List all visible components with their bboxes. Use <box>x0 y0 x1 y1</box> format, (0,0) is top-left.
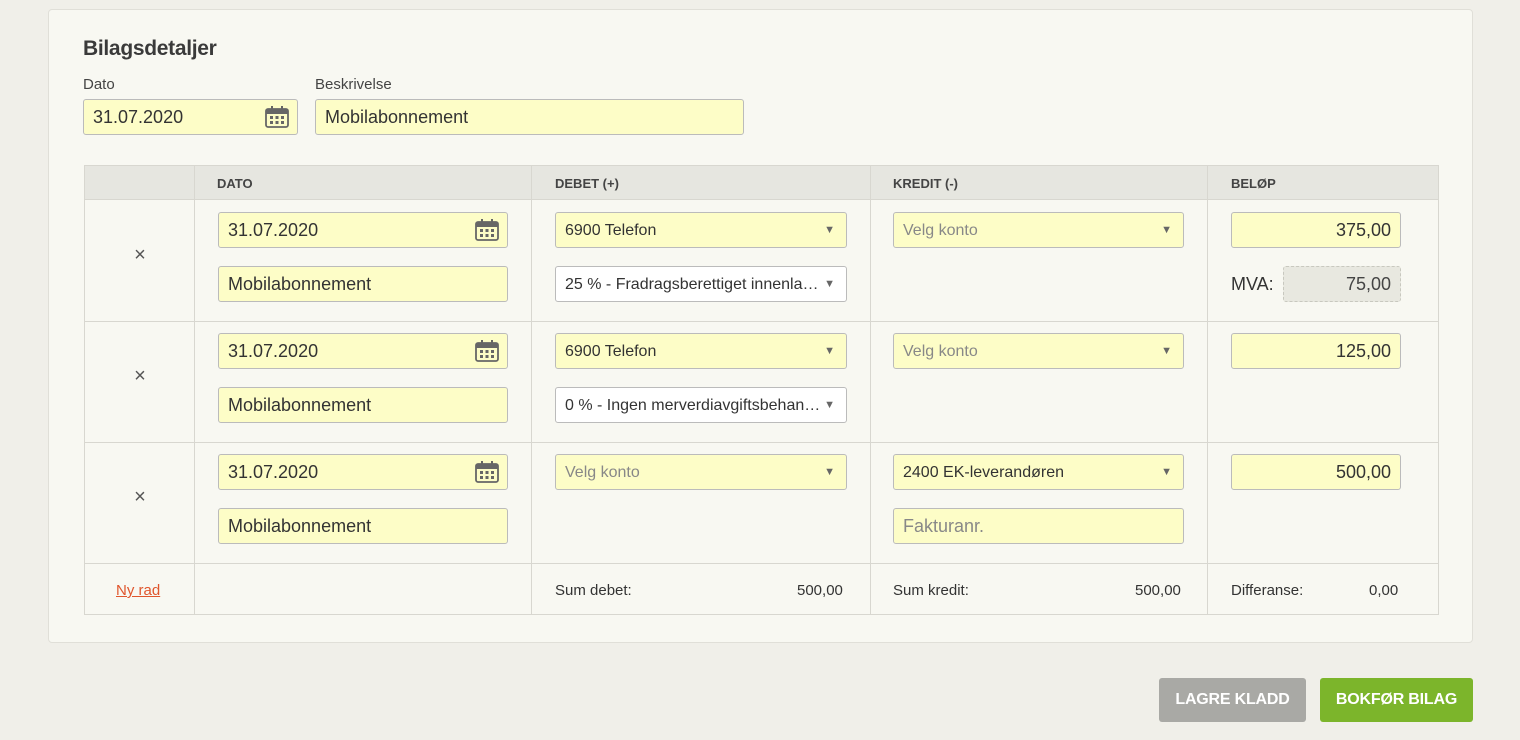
amount-field[interactable]: 500,00 <box>1231 454 1401 490</box>
difference-label: Differanse: <box>1231 582 1304 599</box>
debit-account-value: 6900 Telefon <box>565 222 657 239</box>
entries-table: DATO DEBET (+) KREDIT (-) BELØP × 31.07.… <box>84 165 1439 615</box>
divider <box>531 166 532 614</box>
chevron-down-icon: ▼ <box>824 278 835 290</box>
vat-code-value: 0 % - Ingen merverdiavgiftsbehandli… <box>565 397 827 414</box>
amount-field[interactable]: 375,00 <box>1231 212 1401 248</box>
date-value: 31.07.2020 <box>93 107 184 127</box>
mva-label: MVA: <box>1231 274 1274 294</box>
description-label: Beskrivelse <box>315 76 392 93</box>
row-date-field[interactable]: 31.07.2020 <box>218 212 508 248</box>
date-label: Dato <box>83 76 115 93</box>
row-date-value: 31.07.2020 <box>228 220 319 240</box>
chevron-down-icon: ▼ <box>824 466 835 478</box>
chevron-down-icon: ▼ <box>1161 345 1172 357</box>
col-amount-header: BELØP <box>1231 176 1276 191</box>
sum-debit-value: 500,00 <box>797 582 843 599</box>
debit-account-select[interactable]: 6900 Telefon ▼ <box>555 212 847 248</box>
amount-value: 500,00 <box>1335 462 1391 482</box>
debit-account-select[interactable]: 6900 Telefon ▼ <box>555 333 847 369</box>
credit-account-select[interactable]: 2400 EK-leverandøren ▼ <box>893 454 1184 490</box>
calendar-icon[interactable] <box>474 339 500 363</box>
row-description-value: Mobilabonnement <box>228 516 372 536</box>
invoice-number-placeholder: Fakturanr. <box>903 516 985 536</box>
row-description-field[interactable]: Mobilabonnement <box>218 387 508 423</box>
invoice-number-field[interactable]: Fakturanr. <box>893 508 1184 544</box>
row-date-value: 31.07.2020 <box>228 341 319 361</box>
row-date-value: 31.07.2020 <box>228 462 319 482</box>
mva-value: 75,00 <box>1283 266 1401 302</box>
remove-row-button[interactable]: × <box>130 486 150 509</box>
new-row-link[interactable]: Ny rad <box>116 582 160 599</box>
divider <box>85 563 1438 564</box>
chevron-down-icon: ▼ <box>824 399 835 411</box>
chevron-down-icon: ▼ <box>824 345 835 357</box>
amount-field[interactable]: 125,00 <box>1231 333 1401 369</box>
debit-account-value: 6900 Telefon <box>565 343 657 360</box>
description-value: Mobilabonnement <box>325 107 469 127</box>
vat-code-select[interactable]: 25 % - Fradragsberettiget innenlands… ▼ <box>555 266 847 302</box>
credit-account-value: 2400 EK-leverandøren <box>903 464 1064 481</box>
sum-credit-label: Sum kredit: <box>893 582 969 599</box>
divider <box>85 442 1438 443</box>
row-description-value: Mobilabonnement <box>228 395 372 415</box>
table-header: DATO DEBET (+) KREDIT (-) BELØP <box>85 166 1438 200</box>
row-date-field[interactable]: 31.07.2020 <box>218 333 508 369</box>
sum-debit-label: Sum debet: <box>555 582 632 599</box>
difference-value: 0,00 <box>1369 582 1399 599</box>
divider <box>85 321 1438 322</box>
vat-code-select[interactable]: 0 % - Ingen merverdiavgiftsbehandli… ▼ <box>555 387 847 423</box>
save-draft-button[interactable]: LAGRE KLADD <box>1159 678 1306 722</box>
row-description-value: Mobilabonnement <box>228 274 372 294</box>
remove-row-button[interactable]: × <box>130 244 150 267</box>
credit-account-select[interactable]: Velg konto ▼ <box>893 333 1184 369</box>
remove-row-button[interactable]: × <box>130 365 150 388</box>
row-date-field[interactable]: 31.07.2020 <box>218 454 508 490</box>
page-title: Bilagsdetaljer <box>83 37 217 60</box>
row-description-field[interactable]: Mobilabonnement <box>218 266 508 302</box>
divider <box>870 166 871 614</box>
amount-value: 375,00 <box>1335 220 1391 240</box>
chevron-down-icon: ▼ <box>824 224 835 236</box>
credit-account-value: Velg konto <box>903 222 978 239</box>
debit-account-select[interactable]: Velg konto ▼ <box>555 454 847 490</box>
calendar-icon[interactable] <box>264 105 290 129</box>
date-field[interactable]: 31.07.2020 <box>83 99 298 135</box>
chevron-down-icon: ▼ <box>1161 224 1172 236</box>
vat-code-value: 25 % - Fradragsberettiget innenlands… <box>565 276 827 293</box>
calendar-icon[interactable] <box>474 218 500 242</box>
description-field[interactable]: Mobilabonnement <box>315 99 744 135</box>
col-credit-header: KREDIT (-) <box>893 176 958 191</box>
col-date-header: DATO <box>217 176 253 191</box>
divider <box>1207 166 1208 614</box>
debit-account-value: Velg konto <box>565 464 640 481</box>
col-debit-header: DEBET (+) <box>555 176 619 191</box>
divider <box>194 166 195 614</box>
chevron-down-icon: ▼ <box>1161 466 1172 478</box>
post-voucher-button[interactable]: BOKFØR BILAG <box>1320 678 1473 722</box>
voucher-details-card: Bilagsdetaljer Dato 31.07.2020 Beskrivel… <box>48 9 1473 643</box>
sum-credit-value: 500,00 <box>1135 582 1181 599</box>
credit-account-value: Velg konto <box>903 343 978 360</box>
amount-value: 125,00 <box>1335 341 1391 361</box>
calendar-icon[interactable] <box>474 460 500 484</box>
credit-account-select[interactable]: Velg konto ▼ <box>893 212 1184 248</box>
row-description-field[interactable]: Mobilabonnement <box>218 508 508 544</box>
